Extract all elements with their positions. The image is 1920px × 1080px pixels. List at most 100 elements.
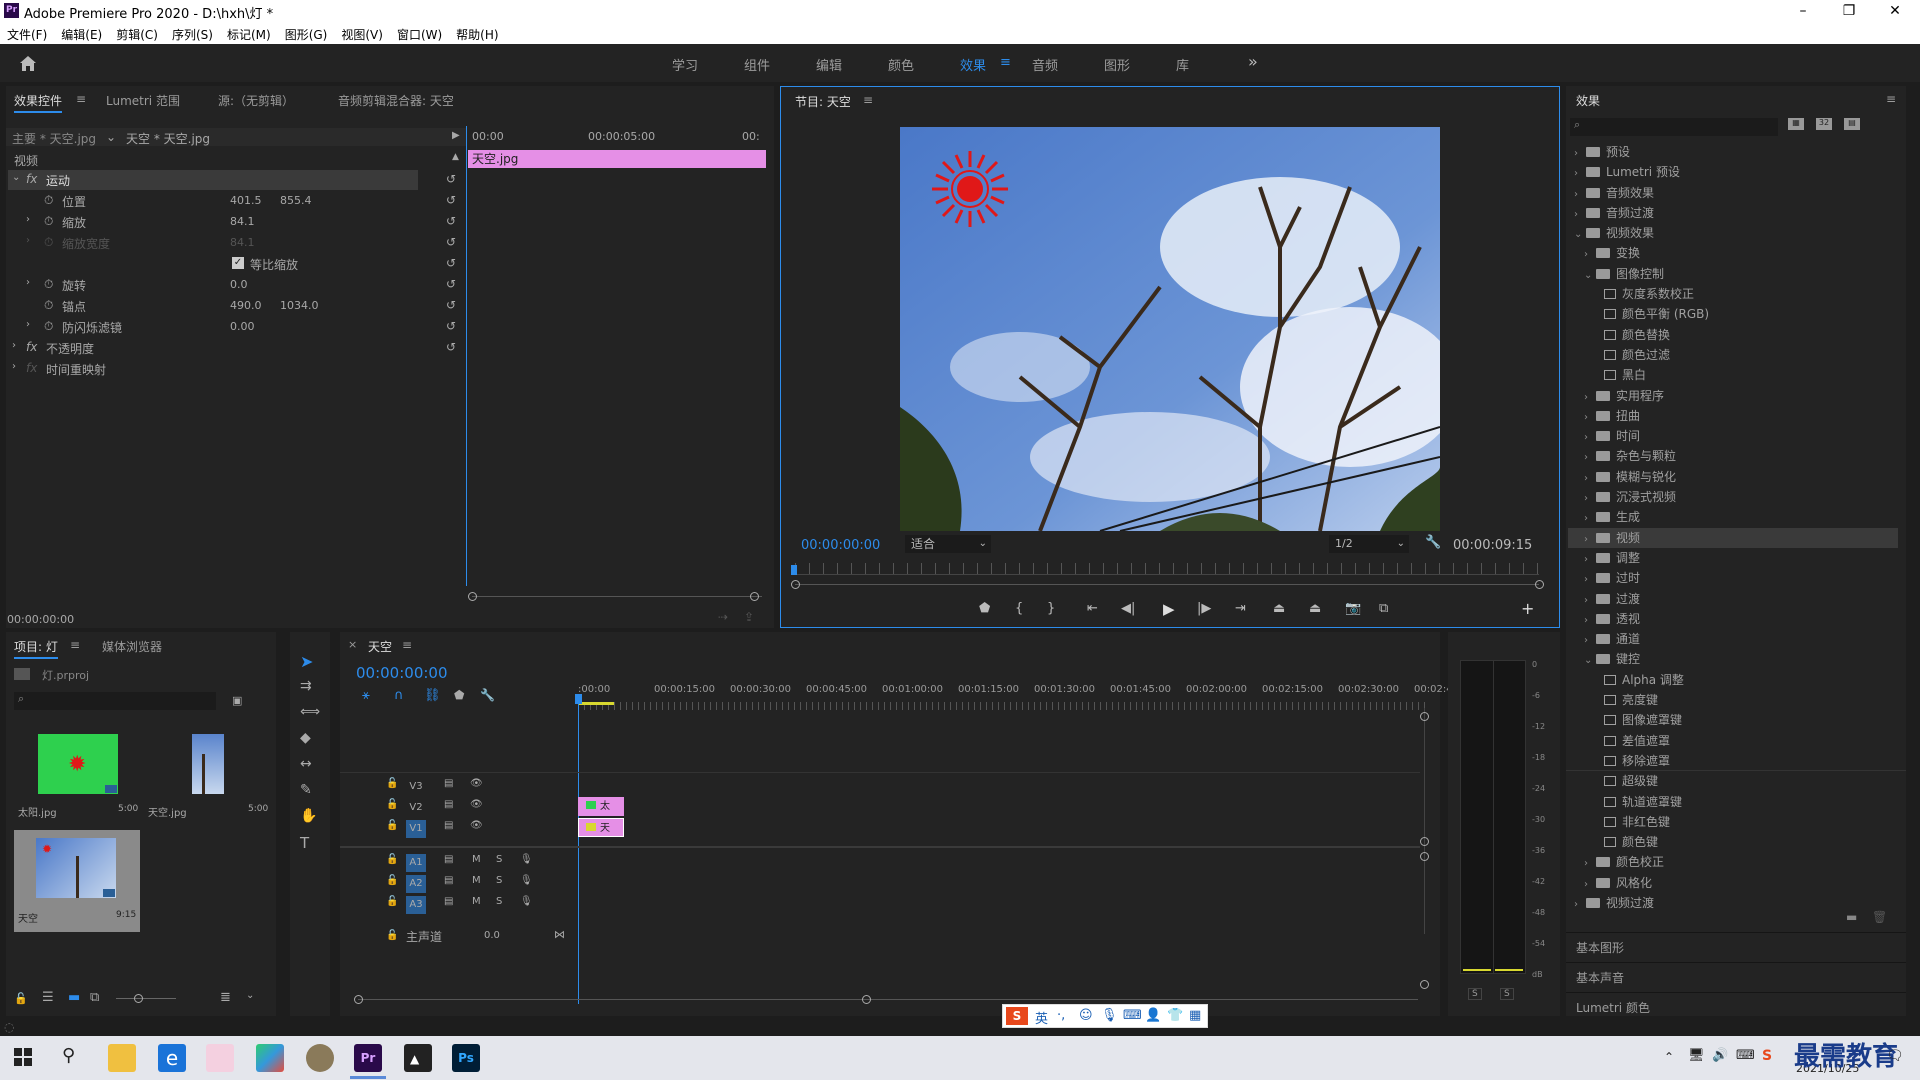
- reset-icon[interactable]: ↺: [446, 214, 456, 228]
- effects-search-input[interactable]: [1570, 118, 1778, 136]
- lift-icon[interactable]: ⏏: [1273, 601, 1285, 616]
- workspace-audio[interactable]: 音频: [1032, 55, 1058, 74]
- edge-browser-icon[interactable]: e: [158, 1044, 186, 1072]
- premiere-pro-icon[interactable]: Pr: [354, 1044, 382, 1072]
- chevron-right-icon[interactable]: ›: [1584, 509, 1596, 529]
- sogou-logo-icon[interactable]: S: [1006, 1007, 1028, 1025]
- program-zoom-bar[interactable]: [795, 584, 1539, 585]
- effect-folder[interactable]: ⌄ 图像控制: [1568, 264, 1898, 284]
- effect-item[interactable]: 移除遮罩: [1568, 751, 1898, 771]
- tab-project[interactable]: 项目: 灯: [14, 638, 58, 659]
- effect-folder[interactable]: › 颜色校正: [1568, 852, 1898, 872]
- volume-icon[interactable]: 🔊: [1712, 1048, 1728, 1063]
- vertical-scrollbar[interactable]: [1424, 708, 1425, 934]
- comparison-view-icon[interactable]: ⧉: [1379, 601, 1388, 616]
- scale-value[interactable]: 84.1: [230, 215, 255, 228]
- chevron-up-icon[interactable]: ⌃: [1664, 1050, 1674, 1064]
- rotation-value[interactable]: 0.0: [230, 278, 248, 291]
- sequence-tab[interactable]: 天空: [368, 638, 392, 655]
- chevron-right-icon[interactable]: ›: [1584, 428, 1596, 448]
- app-icon[interactable]: [256, 1044, 284, 1072]
- slip-tool-icon[interactable]: ↔: [300, 756, 312, 772]
- solo-button[interactable]: S: [496, 875, 502, 886]
- effect-item[interactable]: 亮度键: [1568, 690, 1898, 710]
- more-workspaces-icon[interactable]: »: [1248, 52, 1258, 71]
- lock-icon[interactable]: 🔓: [386, 875, 398, 886]
- stopwatch-icon[interactable]: ⏱: [44, 193, 53, 208]
- essential-graphics-panel[interactable]: 基本图形: [1576, 939, 1624, 956]
- step-forward-icon[interactable]: |▶: [1197, 601, 1211, 616]
- scroll-handle[interactable]: [1420, 712, 1429, 721]
- wrench-icon[interactable]: 🔧: [1425, 535, 1441, 550]
- tab-menu-icon[interactable]: ≡: [76, 92, 86, 106]
- chevron-right-icon[interactable]: ›: [1584, 570, 1596, 590]
- scroll-handle[interactable]: [354, 995, 363, 1004]
- nest-icon[interactable]: ⚹: [362, 688, 370, 703]
- effect-folder[interactable]: › 音频效果: [1568, 183, 1898, 203]
- reset-icon[interactable]: ↺: [446, 193, 456, 207]
- track-target-button[interactable]: A2: [406, 875, 426, 893]
- wrench-icon[interactable]: 🔧: [480, 688, 495, 702]
- lock-icon[interactable]: 🔓: [386, 896, 398, 907]
- photoshop-icon[interactable]: Ps: [452, 1044, 480, 1072]
- zoom-handle-left[interactable]: [791, 580, 800, 589]
- scroll-handle[interactable]: [862, 995, 871, 1004]
- filter-icon[interactable]: ⇢: [718, 610, 728, 624]
- effect-item[interactable]: 图像遮罩键: [1568, 710, 1898, 730]
- mark-in-icon[interactable]: {: [1015, 601, 1023, 616]
- reset-icon[interactable]: ↺: [446, 298, 456, 312]
- freeform-view-icon[interactable]: ⧉: [90, 990, 99, 1005]
- emoji-icon[interactable]: ☺: [1079, 1008, 1093, 1023]
- scroll-handle[interactable]: [1420, 852, 1429, 861]
- effect-folder[interactable]: ⌄ 视频效果: [1568, 223, 1898, 243]
- mute-button[interactable]: M: [472, 896, 481, 907]
- app-icon[interactable]: [306, 1044, 334, 1072]
- sync-lock-icon[interactable]: ▤: [444, 799, 453, 810]
- anchor-x-value[interactable]: 490.0: [230, 299, 262, 312]
- ime-tray-icon[interactable]: ⌨: [1736, 1048, 1755, 1063]
- yuv-effects-icon[interactable]: ▤: [1844, 118, 1860, 130]
- chevron-right-icon[interactable]: ›: [1574, 895, 1586, 915]
- close-icon[interactable]: ×: [348, 638, 357, 651]
- effect-folder[interactable]: › 预设: [1568, 142, 1898, 162]
- effect-folder[interactable]: › 变换: [1568, 243, 1898, 263]
- timeline-timecode[interactable]: 00:00:00:00: [356, 664, 448, 682]
- menu-view[interactable]: 视图(V): [334, 22, 390, 43]
- workspace-learn[interactable]: 学习: [672, 55, 698, 74]
- microphone-icon[interactable]: 🎙: [1101, 1008, 1118, 1023]
- ec-clip-bar[interactable]: 天空.jpg: [468, 150, 766, 168]
- solo-button[interactable]: S: [496, 854, 502, 865]
- pen-tool-icon[interactable]: ✎: [300, 782, 312, 798]
- sync-lock-icon[interactable]: ▤: [444, 875, 453, 886]
- step-back-icon[interactable]: ◀|: [1121, 601, 1135, 616]
- effect-folder[interactable]: › 调整: [1568, 548, 1898, 568]
- razor-tool-icon[interactable]: ◆: [300, 730, 311, 746]
- chevron-down-icon[interactable]: ⌄: [1584, 266, 1596, 286]
- project-item-sun[interactable]: ✹ 太阳.jpg 5:00: [14, 728, 140, 838]
- photos-icon[interactable]: ▲: [404, 1044, 432, 1072]
- export-icon[interactable]: ⇪: [744, 610, 754, 624]
- accelerated-effects-icon[interactable]: ▦: [1788, 118, 1804, 130]
- user-icon[interactable]: 👤: [1145, 1008, 1161, 1023]
- timeline-playhead-line[interactable]: [578, 704, 579, 1004]
- play-only-icon[interactable]: ▶: [452, 130, 460, 141]
- chevron-right-icon[interactable]: ›: [12, 340, 16, 351]
- chevron-right-icon[interactable]: ›: [1584, 875, 1596, 895]
- ripple-edit-tool-icon[interactable]: ⟺: [300, 704, 320, 720]
- chevron-right-icon[interactable]: ›: [1574, 164, 1586, 184]
- effect-folder[interactable]: › 通道: [1568, 629, 1898, 649]
- position-y-value[interactable]: 855.4: [280, 194, 312, 207]
- panel-menu-icon[interactable]: ≡: [1886, 92, 1896, 106]
- voiceover-record-icon[interactable]: 🎙: [520, 896, 533, 907]
- anchor-y-value[interactable]: 1034.0: [280, 299, 319, 312]
- zoom-handle-left[interactable]: [468, 592, 477, 601]
- extract-icon[interactable]: ⏏: [1309, 601, 1321, 616]
- menu-marker[interactable]: 标记(M): [220, 22, 278, 43]
- zoom-slider-handle[interactable]: [134, 994, 143, 1003]
- menu-clip[interactable]: 剪辑(C): [109, 22, 165, 43]
- chevron-right-icon[interactable]: ›: [26, 319, 30, 330]
- linked-selection-icon[interactable]: ⛓: [424, 688, 441, 703]
- reset-icon[interactable]: ↺: [446, 172, 456, 186]
- export-frame-icon[interactable]: 📷: [1345, 601, 1361, 616]
- delete-icon[interactable]: 🗑: [1872, 910, 1887, 924]
